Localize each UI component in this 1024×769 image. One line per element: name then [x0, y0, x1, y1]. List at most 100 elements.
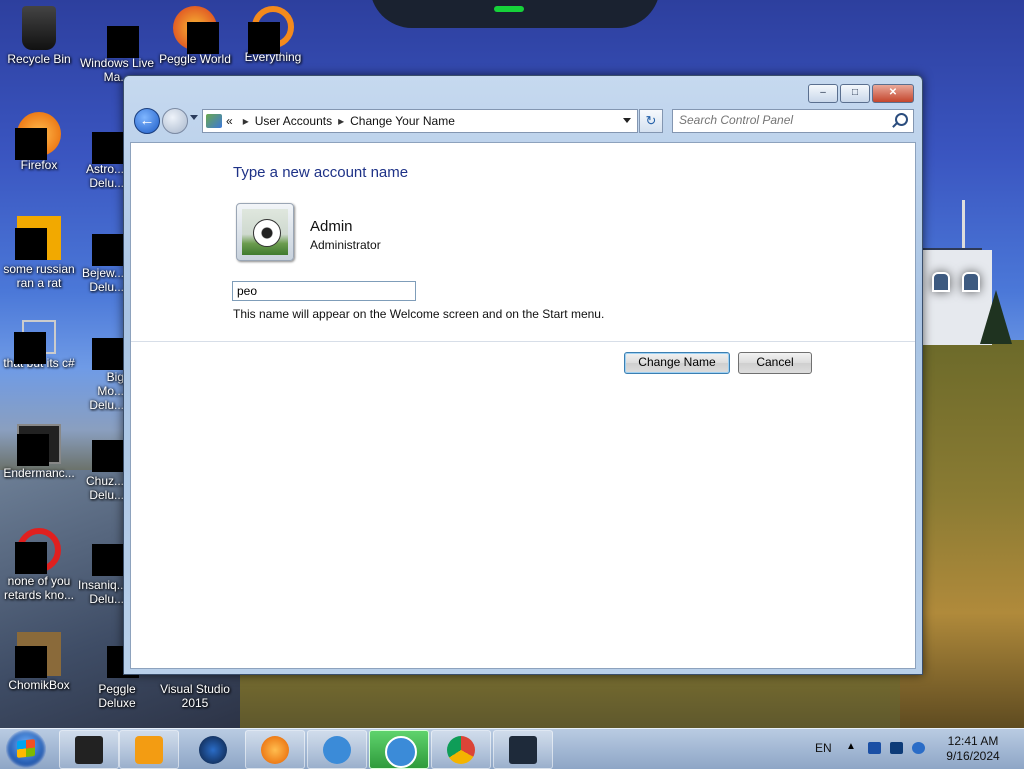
taskbar-app-simplenote-active[interactable] [369, 730, 429, 769]
address-dropdown-icon[interactable] [623, 118, 631, 123]
address-bar[interactable]: « ▸ User Accounts ▸ Change Your Name [202, 109, 638, 133]
desktop-icon-everything[interactable]: Everything [234, 2, 312, 64]
name-hint: This name will appear on the Welcome scr… [233, 307, 605, 321]
insaniquarium-deluxe-icon [78, 528, 124, 576]
taskbar-app-chrome[interactable] [431, 730, 491, 769]
desktop-icon-firefox[interactable]: Firefox [0, 108, 78, 172]
user-role: Administrator [310, 238, 381, 252]
divider [131, 341, 915, 342]
desktop-icon-label: Chuz... Delu... [85, 474, 124, 502]
desktop-icon-peggle-world[interactable]: Peggle World [156, 2, 234, 66]
cancel-button[interactable]: Cancel [738, 352, 812, 374]
firefox-icon [15, 112, 61, 160]
avatar-picture [242, 209, 288, 255]
taskbar-app-firefox[interactable] [245, 730, 305, 769]
back-button[interactable]: ← [134, 108, 160, 134]
desktop-icon-astro-deluxe[interactable]: Astro... Delu... [78, 108, 124, 190]
soccer-ball-icon [253, 219, 281, 247]
change-name-button[interactable]: Change Name [624, 352, 730, 374]
desktop-icon-label: Insaniq... Delu... [78, 578, 124, 606]
breadcrumb-separator: ▸ [242, 114, 249, 128]
desktop-icon-label: Visual Studio 2015 [160, 682, 230, 710]
minimize-button[interactable]: – [808, 84, 838, 103]
maximize-button[interactable]: □ [840, 84, 870, 103]
network-icon[interactable] [890, 742, 903, 754]
simplenote-icon [385, 736, 417, 768]
taskbar-app-media-player[interactable] [119, 730, 179, 769]
gadget-led [494, 6, 524, 12]
desktop-icon-label: ChomikBox [8, 678, 70, 692]
system-tray: EN ▲ 12:41 AM 9/16/2024 [810, 729, 1024, 769]
desktop-icon-label: Bejew... Delu... [81, 266, 124, 294]
page-title: Type a new account name [233, 164, 409, 181]
opera-icon [15, 528, 61, 574]
desktop-icon-chuzzle-deluxe[interactable]: Chuz... Delu... [78, 420, 124, 502]
desktop-icon-windows-live-mail[interactable]: Windows Live Ma... [78, 2, 156, 84]
taskbar-app-file-explorer[interactable] [59, 730, 119, 769]
navigation-bar: ← « ▸ User Accounts ▸ Change Your Name ↻ [132, 107, 914, 135]
desktop-icon-chomikbox[interactable]: ChomikBox [0, 628, 78, 692]
chuzzle-deluxe-icon [78, 424, 124, 472]
content-pane: Type a new account name Admin Administra… [130, 142, 916, 669]
taskbar-app-simplenote[interactable] [307, 730, 367, 769]
recent-pages-dropdown[interactable] [190, 115, 198, 120]
recycle-bin-icon [22, 6, 56, 50]
wallpaper-tree [980, 290, 1012, 344]
close-button[interactable]: ✕ [872, 84, 914, 103]
taskbar: EN ▲ 12:41 AM 9/16/2024 [0, 728, 1024, 769]
start-button[interactable] [6, 730, 46, 768]
firefox-icon [261, 736, 289, 764]
breadcrumb-change-your-name[interactable]: Change Your Name [350, 114, 455, 128]
taskbar-app-globe[interactable] [183, 730, 243, 769]
new-name-input[interactable] [232, 281, 416, 301]
desktop-icon-bejeweled-deluxe[interactable]: Bejew... Delu... [78, 212, 124, 294]
desktop-icon-label: none of you retards kno... [3, 574, 75, 602]
language-indicator[interactable]: EN [815, 741, 832, 755]
desktop-icon-none-of-you[interactable]: none of you retards kno... [0, 524, 78, 602]
everything-icon [248, 6, 294, 54]
breadcrumb-user-accounts[interactable]: User Accounts [255, 114, 332, 128]
desktop-icon-label: Endermanc... [3, 466, 75, 480]
refresh-button[interactable]: ↻ [639, 109, 663, 133]
change-name-window: – □ ✕ ← « ▸ User Accounts ▸ Change Your … [123, 75, 923, 675]
monitor-icon [509, 736, 537, 764]
big-money-deluxe-icon [78, 320, 124, 370]
volume-icon[interactable] [912, 742, 925, 754]
forward-button[interactable] [162, 108, 188, 134]
user-avatar [236, 203, 294, 261]
astro-deluxe-icon [78, 112, 124, 164]
file-icon [15, 216, 61, 260]
desktop-icon-label: Peggle Deluxe [98, 682, 136, 710]
window-controls: – □ ✕ [808, 84, 914, 103]
console-icon [17, 424, 61, 466]
desktop-icon-label: Peggle World [159, 52, 231, 66]
breadcrumb-overflow[interactable]: « [226, 114, 233, 128]
desktop-icon-label: Recycle Bin [7, 52, 71, 66]
desktop-icon-big-money-deluxe[interactable]: Big Mo... Delu... [78, 316, 124, 412]
breadcrumb-separator: ▸ [338, 114, 345, 128]
simplenote-icon [323, 736, 351, 764]
windows-logo-icon [17, 739, 35, 758]
peggle-world-icon [173, 6, 219, 54]
clock[interactable]: 12:41 AM 9/16/2024 [938, 734, 1008, 764]
desktop-icon-recycle-bin[interactable]: Recycle Bin [0, 2, 78, 66]
folder-icon [75, 736, 103, 764]
desktop-icon-label: Astro... Delu... [85, 162, 124, 190]
search-icon[interactable] [895, 113, 908, 126]
tray-app-icon[interactable] [868, 742, 881, 754]
desktop-icon-insaniquarium-deluxe[interactable]: Insaniq... Delu... [78, 524, 124, 606]
desktop-icon-endermanch[interactable]: Endermanc... [0, 420, 78, 480]
shortcut-icon [14, 320, 56, 364]
taskbar-app-monitor[interactable] [493, 730, 553, 769]
chomikbox-icon [15, 632, 61, 678]
back-arrow-icon: ← [139, 112, 155, 129]
desktop-icon-label: Firefox [20, 158, 58, 172]
desktop-icon-some-russian-ran-a-rat[interactable]: some russian ran a rat [0, 212, 78, 290]
search-input[interactable] [673, 110, 879, 130]
show-hidden-icons-button[interactable]: ▲ [846, 741, 856, 752]
top-gadget [370, 0, 660, 28]
house-window [932, 272, 950, 292]
clock-date: 9/16/2024 [946, 749, 1000, 763]
bejeweled-deluxe-icon [78, 216, 124, 266]
desktop-icon-that-but-its-csharp[interactable]: that but its c# [0, 316, 78, 370]
